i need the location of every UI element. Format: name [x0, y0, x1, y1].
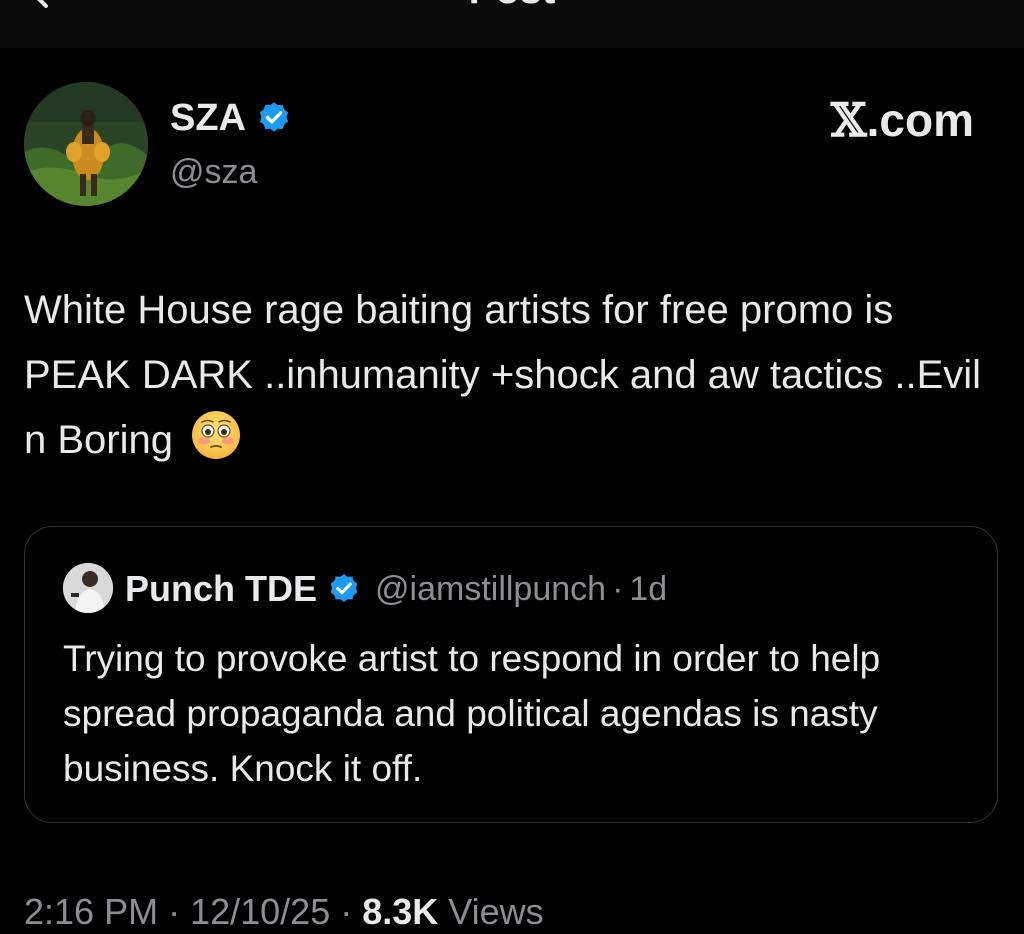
author-avatar[interactable] [24, 82, 148, 206]
quote-avatar-image [63, 563, 113, 613]
author-name[interactable]: SZA [170, 96, 246, 140]
author-handle[interactable]: @sza [170, 152, 257, 192]
avatar-image [24, 82, 148, 206]
verified-badge-icon [259, 102, 289, 132]
quote-verified-badge-icon [330, 574, 358, 602]
post-date: 12/10/25 [190, 891, 331, 932]
quote-author-name: Punch TDE [125, 568, 318, 609]
quote-timestamp: 1d [629, 570, 668, 608]
flushed-face-emoji-icon [192, 411, 241, 459]
page-title: Post [0, 0, 1024, 14]
x-com-watermark: 𝕏.com [831, 94, 974, 146]
meta-separator-1: · [158, 891, 191, 932]
views-label[interactable]: Views [448, 891, 543, 932]
quoted-post-card[interactable]: Punch TDE @iamstillpunch · 1d Trying to … [24, 526, 998, 823]
quote-text: Trying to provoke artist to respond in o… [63, 638, 881, 789]
author-name-row[interactable]: SZA [170, 96, 292, 140]
quote-separator: · [612, 570, 624, 608]
post-text: White House rage baiting artists for fre… [24, 288, 982, 462]
x-logo-mark: 𝕏 [830, 93, 867, 147]
quote-author-handle: @iamstillpunch [375, 570, 607, 608]
quote-author-avatar [63, 563, 113, 613]
quote-header: Punch TDE @iamstillpunch · 1d [125, 567, 667, 611]
watermark-domain: .com [866, 94, 974, 146]
post-body: White House rage baiting artists for fre… [24, 278, 984, 473]
meta-separator-2: · [330, 891, 363, 932]
top-bar: Post [0, 0, 1024, 48]
views-count[interactable]: 8.3K [362, 891, 438, 932]
post-time: 2:16 PM [24, 891, 159, 932]
post-metadata: 2:16 PM · 12/10/25 · 8.3K Views [24, 890, 544, 934]
